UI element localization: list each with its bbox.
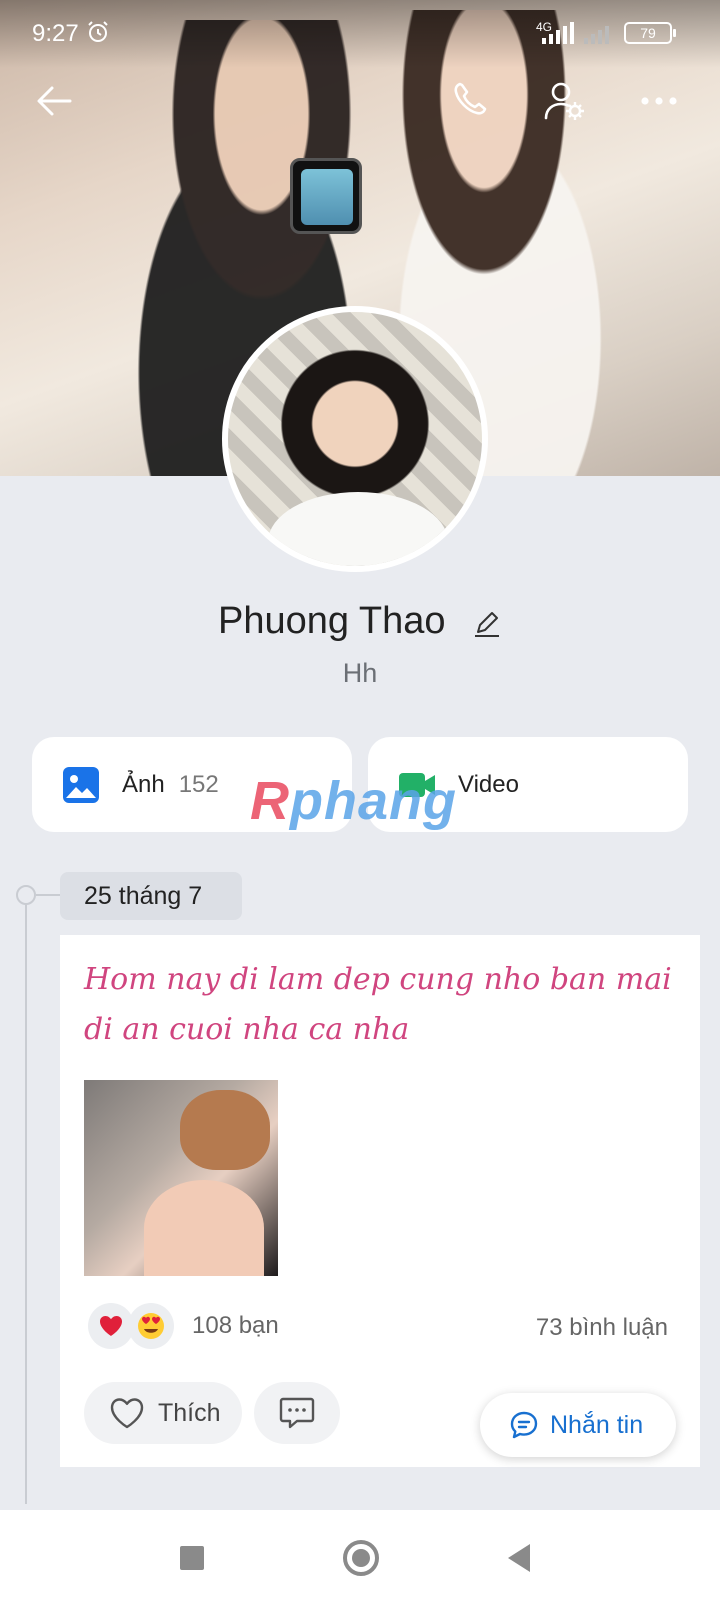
message-button[interactable]: Nhắn tin (480, 1393, 676, 1457)
navigation-bar (0, 1510, 720, 1600)
comment-button[interactable] (254, 1382, 340, 1444)
post-text: Hom nay di lam dep cung nho ban mai di a… (84, 962, 672, 1047)
signal-icon (542, 22, 609, 44)
system-back-button[interactable] (508, 1544, 530, 1572)
videos-label: Video (458, 770, 519, 798)
cover-phone (290, 158, 362, 234)
message-label: Nhắn tin (550, 1410, 644, 1439)
timeline-dot (16, 885, 36, 905)
timeline-connector (36, 894, 60, 896)
likes-count: 108 bạn (192, 1312, 279, 1339)
back-arrow-icon[interactable] (32, 78, 78, 124)
post-image[interactable] (84, 1080, 278, 1276)
chat-bubble-icon (510, 1411, 538, 1439)
status-bar: 9:27 4G 79 (0, 0, 720, 68)
image-icon (63, 766, 99, 803)
comments-count[interactable]: 73 bình luận (536, 1314, 668, 1342)
profile-name: Phuong Thao (217, 600, 446, 642)
avatar[interactable] (222, 306, 488, 572)
profile-name-row: Phuong Thao (0, 600, 720, 643)
photos-label: Ảnh (122, 770, 165, 798)
alarm-icon (88, 21, 108, 42)
phone-icon[interactable] (448, 78, 494, 124)
pencil-edit-icon[interactable] (472, 608, 502, 638)
post-card[interactable]: Hom nay di lam dep cung nho ban mai di a… (60, 935, 700, 1467)
comment-bubble-icon (279, 1397, 315, 1429)
timeline-line (25, 894, 27, 1504)
user-settings-icon[interactable] (542, 78, 588, 124)
like-label: Thích (158, 1398, 221, 1427)
recent-apps-button[interactable] (180, 1546, 204, 1570)
more-icon[interactable] (636, 78, 682, 124)
home-button[interactable] (343, 1540, 379, 1576)
heart-outline-icon (110, 1398, 144, 1429)
reactions-summary[interactable]: 108 bạn (88, 1302, 279, 1350)
profile-bio: Hh (342, 658, 378, 688)
like-button[interactable]: Thích (84, 1382, 242, 1444)
date-chip: 25 tháng 7 (60, 872, 242, 920)
heart-eyes-reaction-icon (128, 1303, 174, 1349)
battery-indicator: 79 (624, 22, 676, 44)
photos-count: 152 (178, 770, 219, 798)
watermark-logo: Rphang (250, 771, 457, 831)
status-time: 9:27 (32, 20, 79, 47)
